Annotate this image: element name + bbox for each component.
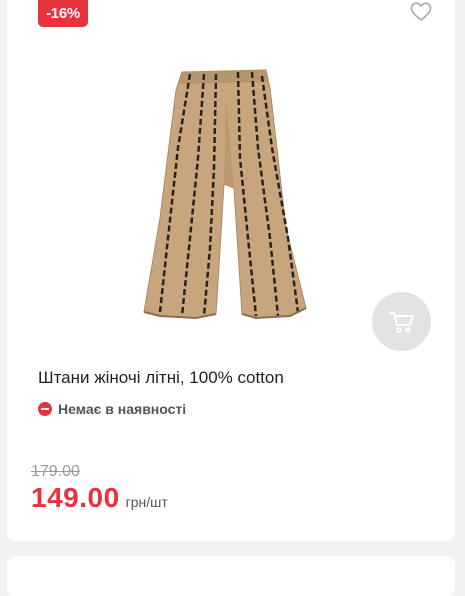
product-title[interactable]: Штани жіночі літні, 100% cotton <box>38 368 284 388</box>
discount-badge: -16% <box>38 0 88 27</box>
price-unit: грн/шт <box>125 494 168 510</box>
price-row: 149.00 грн/шт <box>31 482 168 514</box>
stock-status-label: Немає в наявності <box>58 401 187 417</box>
favorite-button[interactable] <box>409 0 433 24</box>
pants-image <box>143 69 307 320</box>
minus-circle-icon <box>38 402 52 416</box>
shopping-cart-icon <box>388 311 414 333</box>
product-image[interactable] <box>138 68 318 323</box>
old-price: 179.00 <box>31 463 80 480</box>
add-to-cart-button[interactable] <box>372 292 431 351</box>
next-product-card[interactable] <box>7 556 455 596</box>
stock-status: Немає в наявності <box>38 401 186 417</box>
heart-outline-icon <box>410 2 432 21</box>
new-price: 149.00 <box>31 482 120 513</box>
